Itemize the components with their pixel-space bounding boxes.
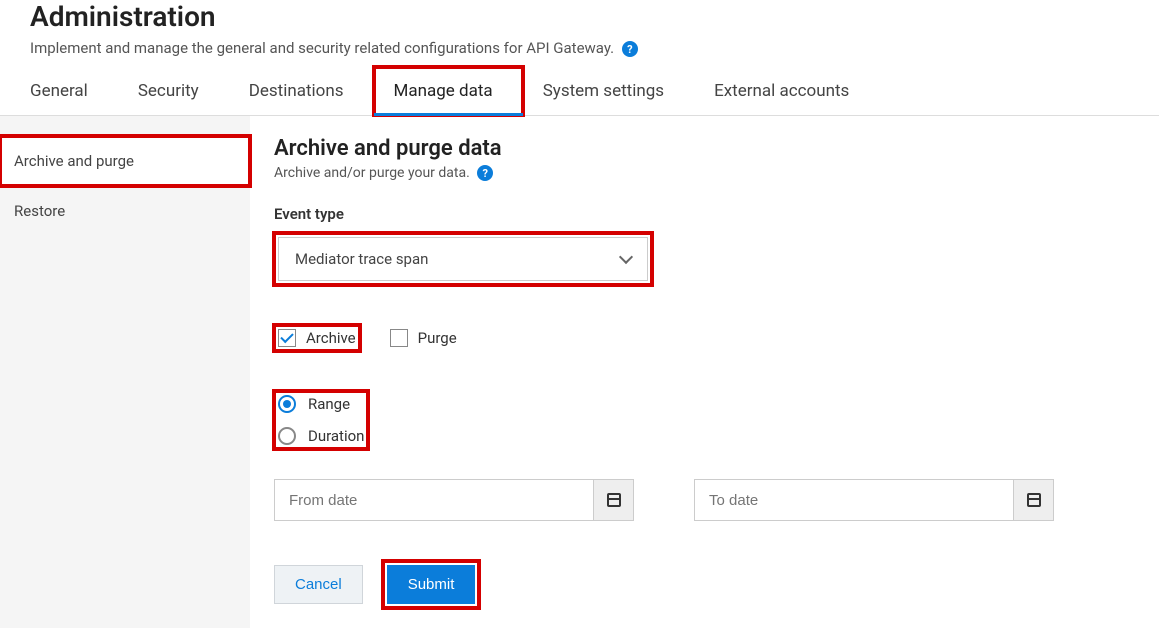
section-title: Archive and purge data xyxy=(274,136,1139,161)
page-subtitle: Implement and manage the general and sec… xyxy=(30,39,1129,57)
calendar-icon xyxy=(1027,493,1041,507)
help-icon[interactable]: ? xyxy=(622,41,638,57)
archive-checkbox[interactable] xyxy=(278,329,296,347)
range-radio[interactable] xyxy=(278,395,296,413)
chevron-down-icon xyxy=(619,250,633,264)
tab-manage-data[interactable]: Manage data xyxy=(374,67,523,115)
purge-checkbox[interactable] xyxy=(390,329,408,347)
from-date-calendar-button[interactable] xyxy=(593,480,633,520)
cancel-button[interactable]: Cancel xyxy=(274,565,363,604)
from-date-input[interactable] xyxy=(275,480,593,520)
calendar-icon xyxy=(607,493,621,507)
event-type-selected: Mediator trace span xyxy=(295,250,428,268)
to-date-input[interactable] xyxy=(695,480,1013,520)
duration-radio[interactable] xyxy=(278,427,296,445)
page-title: Administration xyxy=(30,0,1129,33)
duration-radio-item[interactable]: Duration xyxy=(278,427,364,445)
tab-security[interactable]: Security xyxy=(118,67,229,115)
duration-label: Duration xyxy=(308,427,364,445)
tab-external-accounts[interactable]: External accounts xyxy=(694,67,879,115)
page-subtitle-text: Implement and manage the general and sec… xyxy=(30,39,614,57)
to-date-calendar-button[interactable] xyxy=(1013,480,1053,520)
sidebar-item-archive-purge[interactable]: Archive and purge xyxy=(0,136,250,186)
to-date-field xyxy=(694,479,1054,521)
section-subtitle-text: Archive and/or purge your data. xyxy=(274,165,470,181)
sidebar: Archive and purge Restore xyxy=(0,116,250,628)
event-type-label: Event type xyxy=(274,205,1139,223)
range-label: Range xyxy=(308,395,350,413)
tab-system-settings[interactable]: System settings xyxy=(523,67,694,115)
archive-label: Archive xyxy=(306,329,356,347)
range-radio-item[interactable]: Range xyxy=(278,395,364,413)
purge-label: Purge xyxy=(418,329,457,347)
section-subtitle: Archive and/or purge your data. ? xyxy=(274,165,1139,181)
tab-destinations[interactable]: Destinations xyxy=(229,67,374,115)
tabs: General Security Destinations Manage dat… xyxy=(0,67,1159,116)
archive-checkbox-item[interactable]: Archive xyxy=(278,329,356,347)
tab-general[interactable]: General xyxy=(10,67,118,115)
from-date-field xyxy=(274,479,634,521)
submit-button[interactable]: Submit xyxy=(387,565,476,604)
purge-checkbox-item[interactable]: Purge xyxy=(390,329,457,347)
main-content: Archive and purge data Archive and/or pu… xyxy=(250,116,1159,628)
help-icon[interactable]: ? xyxy=(477,165,493,181)
sidebar-item-restore[interactable]: Restore xyxy=(0,186,250,236)
event-type-dropdown[interactable]: Mediator trace span xyxy=(278,237,648,281)
